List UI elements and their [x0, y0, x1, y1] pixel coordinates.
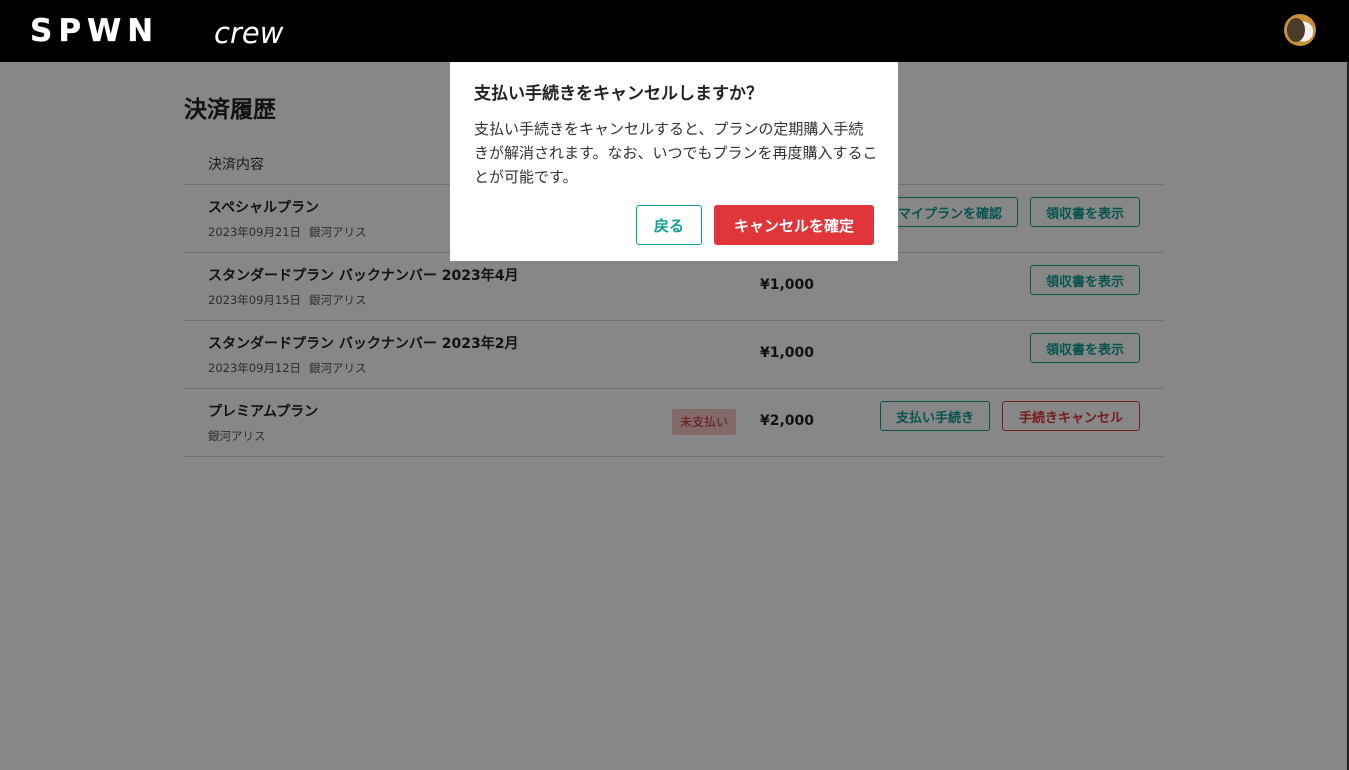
- cancel-confirmation-dialog: 支払い手続きをキャンセルしますか？ 支払い手続きをキャンセルすると、プランの定期…: [450, 62, 898, 261]
- dialog-message: 支払い手続きをキャンセルすると、プランの定期購入手続きが解消されます。なお、いつ…: [474, 120, 878, 186]
- app-header: SPWN crew: [0, 0, 1349, 62]
- user-avatar-icon[interactable]: [1284, 14, 1316, 46]
- back-button[interactable]: 戻る: [636, 205, 702, 245]
- spwn-crew-logo[interactable]: SPWN crew: [30, 16, 310, 46]
- logo-sub-text: crew: [214, 16, 284, 46]
- logo-main-text: SPWN: [30, 16, 159, 46]
- confirm-cancel-button[interactable]: キャンセルを確定: [714, 205, 874, 245]
- dialog-title: 支払い手続きをキャンセルしますか？: [474, 84, 763, 104]
